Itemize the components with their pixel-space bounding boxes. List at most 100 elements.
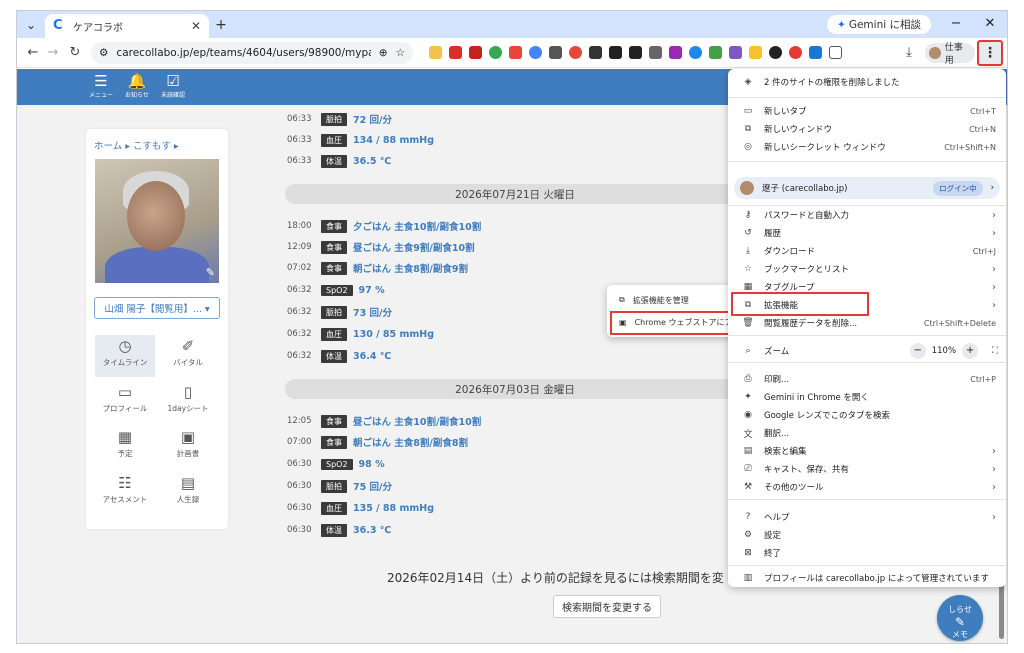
bookmarks-item[interactable]: ☆ ブックマークとリスト ›: [728, 260, 1006, 278]
settings-item[interactable]: ⚙ 設定: [728, 526, 1006, 544]
more-tools-item[interactable]: ⚒ その他のツール ›: [728, 478, 1006, 496]
tab-search-icon[interactable]: ⌄: [23, 15, 39, 34]
tab-carecollabo[interactable]: C ケアコラボ ✕: [45, 14, 209, 38]
zoom-indicator-icon[interactable]: ⊕: [379, 47, 388, 59]
downloads-item[interactable]: ⤓ ダウンロード Ctrl+J: [728, 242, 1006, 260]
incognito-item[interactable]: ◎ 新しいシークレット ウィンドウ Ctrl+Shift+N: [728, 138, 1006, 156]
extension-4-icon[interactable]: [489, 46, 502, 59]
extension-6-icon[interactable]: [529, 46, 542, 59]
extension-12-icon[interactable]: [649, 46, 662, 59]
extension-1-icon[interactable]: [429, 46, 442, 59]
extensions-puzzle-icon[interactable]: [829, 46, 842, 59]
new-tab-item[interactable]: ▭ 新しいタブ Ctrl+T: [728, 102, 1006, 120]
extension-11-icon[interactable]: [629, 46, 642, 59]
extension-5-icon[interactable]: [509, 46, 522, 59]
extension-9-icon[interactable]: [589, 46, 602, 59]
sidebar-profile[interactable]: ▭ プロフィール: [95, 381, 155, 423]
sidebar-schedule[interactable]: ▦ 予定: [95, 426, 155, 468]
reload-icon[interactable]: ↻: [67, 45, 83, 60]
appbar-menu[interactable]: ☰ メニュー: [85, 72, 117, 99]
cast-item[interactable]: ⎚ キャスト、保存、共有 ›: [728, 460, 1006, 478]
sidebar-timeline[interactable]: ◷ タイムライン: [95, 335, 155, 377]
appbar-notifications[interactable]: 🔔 お知らせ: [121, 72, 153, 99]
timeline-record[interactable]: 06:33 体温 36.5 ℃: [287, 153, 391, 169]
breadcrumb[interactable]: ホーム ▸ こすもす ▸: [94, 138, 179, 152]
profile-chip[interactable]: 仕事用: [925, 43, 975, 66]
translate-item[interactable]: 文 翻訳...: [728, 424, 1006, 442]
gemini-item[interactable]: ✦ Gemini in Chrome を開く: [728, 388, 1006, 406]
clear-data-item[interactable]: 🗑 閲覧履歴データを削除... Ctrl+Shift+Delete: [728, 314, 1006, 332]
fullscreen-icon[interactable]: ⛶: [992, 346, 998, 356]
manage-extensions-item[interactable]: ⧉ 拡張機能を管理: [607, 291, 741, 309]
timeline-record[interactable]: 07:02 食事 朝ごはん 主食8割/副食9割: [287, 260, 468, 276]
search-edit-item[interactable]: ▤ 検索と編集 ›: [728, 442, 1006, 460]
memo-fab-button[interactable]: しらせ ✎ メモ: [937, 595, 983, 641]
extension-18-icon[interactable]: [769, 46, 782, 59]
address-bar[interactable]: ⚙ carecollabo.jp/ep/teams/4604/users/989…: [91, 42, 413, 64]
timeline-record[interactable]: 06:30 SpO2 98 %: [287, 456, 385, 472]
timeline-record[interactable]: 06:32 脈拍 73 回/分: [287, 304, 392, 320]
back-icon[interactable]: ←: [25, 45, 41, 60]
zoom-out-button[interactable]: −: [909, 343, 926, 359]
timeline-record[interactable]: 06:30 体温 36.3 ℃: [287, 522, 391, 538]
tab-close-icon[interactable]: ✕: [191, 19, 201, 33]
extension-7-icon[interactable]: [549, 46, 562, 59]
resident-select[interactable]: 山畑 陽子【閲覧用】... ▾: [94, 297, 220, 319]
extension-3-icon[interactable]: [469, 46, 482, 59]
passwords-item[interactable]: ⚷ パスワードと自動入力 ›: [728, 206, 1006, 224]
new-tab-menu-icon: ▭: [743, 106, 753, 116]
edit-photo-icon[interactable]: ✎: [206, 266, 215, 279]
managed-profile-item[interactable]: ▥ プロフィールは carecollabo.jp によって管理されています: [728, 569, 1006, 587]
extension-15-icon[interactable]: [709, 46, 722, 59]
extension-14-icon[interactable]: [689, 46, 702, 59]
calendar-icon: ▦: [117, 428, 133, 446]
chrome-menu-button[interactable]: ⋮: [977, 40, 1003, 66]
sidebar-lifelog[interactable]: ▤ 人生録: [158, 472, 218, 514]
print-item[interactable]: ⎙ 印刷... Ctrl+P: [728, 370, 1006, 388]
timeline-record[interactable]: 07:00 食事 朝ごはん 主食8割/副食8割: [287, 434, 468, 450]
timeline-record[interactable]: 06:30 血圧 135 / 88 mmHg: [287, 500, 434, 516]
sidebar-1day[interactable]: ▯ 1dayシート: [158, 381, 218, 423]
extension-19-icon[interactable]: [789, 46, 802, 59]
sidebar-vital[interactable]: ✐ バイタル: [158, 335, 218, 377]
permission-notice-item[interactable]: ◈ 2 件のサイトの権限を削除しました: [728, 73, 1006, 91]
new-tab-icon[interactable]: +: [213, 15, 229, 34]
timeline-record[interactable]: 06:32 SpO2 97 %: [287, 282, 385, 298]
profile-item[interactable]: 遼子 (carecollabo.jp) ログイン中 ›: [734, 177, 1000, 199]
extension-2-icon[interactable]: [449, 46, 462, 59]
minimize-icon[interactable]: −: [943, 14, 969, 34]
date-divider: 2026年07月21日 火曜日: [285, 184, 745, 204]
timeline-record[interactable]: 06:33 脈拍 72 回/分: [287, 111, 392, 127]
change-period-button[interactable]: 検索期間を変更する: [553, 595, 661, 618]
new-window-item[interactable]: ⧉ 新しいウィンドウ Ctrl+N: [728, 120, 1006, 138]
history-item[interactable]: ↺ 履歴 ›: [728, 224, 1006, 242]
extension-20-icon[interactable]: [809, 46, 822, 59]
help-item[interactable]: ? ヘルプ ›: [728, 508, 1006, 526]
extension-10-icon[interactable]: [609, 46, 622, 59]
extension-8-icon[interactable]: [569, 46, 582, 59]
timeline-record[interactable]: 06:33 血圧 134 / 88 mmHg: [287, 132, 434, 148]
extension-17-icon[interactable]: [749, 46, 762, 59]
incognito-label: 新しいシークレット ウィンドウ: [764, 143, 886, 153]
close-window-icon[interactable]: ✕: [977, 14, 1003, 34]
sidebar-assessment[interactable]: ☷ アセスメント: [95, 472, 155, 514]
download-icon[interactable]: ⤓: [901, 45, 917, 60]
timeline-record[interactable]: 18:00 食事 夕ごはん 主食10割/副食10割: [287, 218, 481, 234]
sidebar-plan[interactable]: ▣ 計画書: [158, 426, 218, 468]
timeline-record[interactable]: 06:30 脈拍 75 回/分: [287, 478, 392, 494]
timeline-record[interactable]: 06:32 体温 36.4 ℃: [287, 348, 391, 364]
forward-icon[interactable]: →: [45, 45, 61, 60]
zoom-in-button[interactable]: +: [962, 343, 979, 359]
site-info-icon[interactable]: ⚙: [99, 47, 108, 59]
timeline-record[interactable]: 12:09 食事 昼ごはん 主食9割/副食10割: [287, 239, 475, 255]
lens-item[interactable]: ◉ Google レンズでこのタブを検索: [728, 406, 1006, 424]
extension-16-icon[interactable]: [729, 46, 742, 59]
gemini-button[interactable]: ✦ Gemini に相談: [827, 15, 931, 34]
zoom-controls: − 110% + ⛶: [909, 343, 998, 359]
timeline-record[interactable]: 12:05 食事 昼ごはん 主食10割/副食10割: [287, 413, 481, 429]
timeline-record[interactable]: 06:32 血圧 130 / 85 mmHg: [287, 326, 434, 342]
bookmark-star-icon[interactable]: ☆: [396, 47, 405, 59]
exit-item[interactable]: ⊠ 終了: [728, 544, 1006, 562]
extension-13-icon[interactable]: [669, 46, 682, 59]
appbar-unread[interactable]: ☑ 未読確認: [157, 72, 189, 99]
